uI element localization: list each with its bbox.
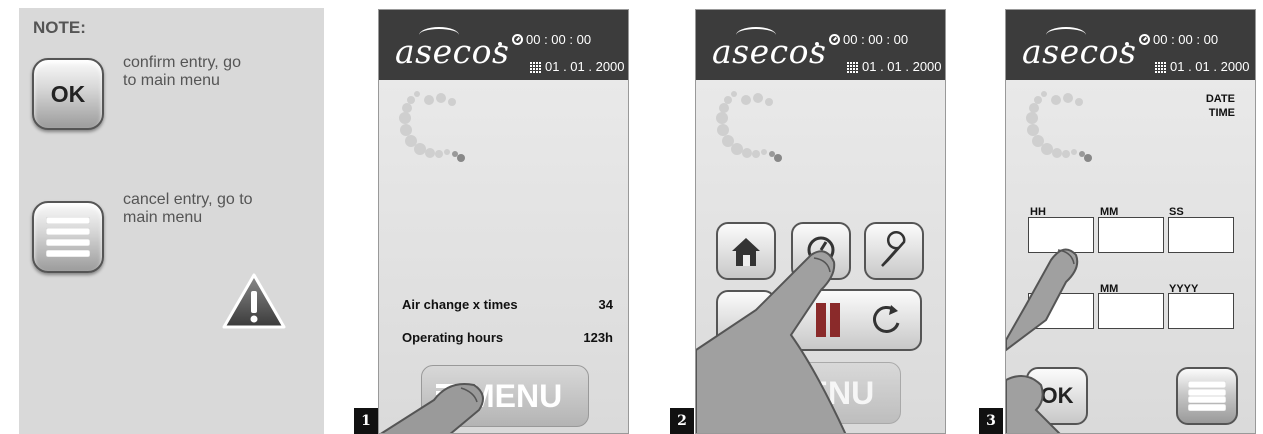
stats-button[interactable]: [716, 290, 776, 348]
minutes-field[interactable]: [1098, 217, 1164, 253]
calendar-icon: [529, 60, 542, 73]
time-display: 00 : 00 : 00: [512, 32, 591, 47]
step-badge: 2: [670, 408, 694, 434]
cancel-button[interactable]: [1176, 367, 1238, 425]
screen-header: asecos 00 : 00 : 00 01 . 01 . 2000: [379, 10, 628, 80]
cancel-key-illustration: [32, 201, 104, 273]
date-time-heading: DATE TIME: [1206, 92, 1235, 120]
home-button[interactable]: [716, 222, 776, 280]
menu-button[interactable]: MENU: [733, 362, 901, 424]
day-field[interactable]: [1028, 293, 1094, 329]
clock-icon: [512, 34, 523, 45]
screen-header: asecos 00 : 00 : 00 01 . 01 . 2000: [696, 10, 945, 80]
cancel-description: cancel entry, go to main menu: [123, 191, 253, 227]
note-title: NOTE:: [33, 18, 86, 37]
home-icon: [732, 238, 760, 266]
clock-icon: [829, 34, 840, 45]
time-display: 00 : 00 : 00: [829, 32, 908, 47]
status-ring-icon: [716, 91, 782, 162]
device-screen-datetime: asecos 00 : 00 : 00 01 . 01 . 2000 DATE …: [1005, 9, 1256, 434]
warning-icon: [222, 273, 286, 329]
menu-lines-icon: [748, 381, 770, 405]
menu-lines-icon: [46, 217, 90, 257]
ok-description-line: to main menu: [123, 72, 220, 89]
seconds-field[interactable]: [1168, 217, 1234, 253]
device-screen-main: asecos 00 : 00 : 00 01 . 01 . 2000 Air c…: [378, 9, 629, 434]
operating-hours-value: 123h: [583, 330, 613, 345]
hours-field[interactable]: [1028, 217, 1094, 253]
cancel-description-line: main menu: [123, 209, 203, 226]
menu-button-label: MENU: [780, 375, 875, 411]
calendar-icon: [846, 60, 859, 73]
air-change-value: 34: [598, 297, 613, 312]
cancel-description-line: cancel entry, go to: [123, 191, 253, 208]
ok-key-illustration: OK: [32, 58, 104, 130]
calendar-icon: [1154, 60, 1167, 73]
date-heading: DATE: [1205, 93, 1235, 105]
status-ring-icon: [1026, 91, 1092, 162]
time-value: 00 : 00 : 00: [1153, 32, 1219, 47]
time-value: 00 : 00 : 00: [526, 32, 592, 47]
date-display: 01 . 01 . 2000: [846, 59, 942, 74]
timer-button[interactable]: [791, 222, 851, 280]
date-value: 01 . 01 . 2000: [862, 59, 942, 74]
fan-refresh-button[interactable]: [788, 289, 922, 351]
clock-icon: [1139, 34, 1150, 45]
menu-lines-icon: [436, 384, 458, 408]
ok-key-label: OK: [50, 80, 86, 107]
ok-button-label: OK: [1040, 383, 1074, 408]
time-display: 00 : 00 : 00: [1139, 32, 1218, 47]
note-panel: NOTE: OK confirm entry, go to main menu …: [19, 8, 324, 434]
status-ring-icon: [399, 91, 465, 162]
date-value: 01 . 01 . 2000: [1170, 59, 1250, 74]
settings-button[interactable]: [864, 222, 924, 280]
screen-header: asecos 00 : 00 : 00 01 . 01 . 2000: [1006, 10, 1255, 80]
timer-icon: [807, 236, 835, 264]
time-heading: TIME: [1208, 107, 1235, 119]
menu-lines-icon: [1188, 381, 1226, 411]
menu-button-label: MENU: [468, 378, 563, 414]
menu-button[interactable]: MENU: [421, 365, 589, 427]
step-badge: 3: [979, 408, 1003, 434]
ok-description: confirm entry, go to main menu: [123, 54, 241, 90]
date-display: 01 . 01 . 2000: [529, 59, 625, 74]
step-badge: 1: [354, 408, 378, 434]
ok-description-line: confirm entry, go: [123, 54, 241, 71]
date-value: 01 . 01 . 2000: [545, 59, 625, 74]
operating-hours-label: Operating hours: [402, 330, 504, 345]
ok-button[interactable]: OK: [1026, 367, 1088, 425]
air-change-label: Air change x times: [402, 297, 518, 312]
year-field[interactable]: [1168, 293, 1234, 329]
time-value: 00 : 00 : 00: [843, 32, 909, 47]
wrench-icon: [881, 230, 906, 267]
date-display: 01 . 01 . 2000: [1154, 59, 1250, 74]
refresh-icon: [816, 303, 900, 337]
device-screen-menu: asecos 00 : 00 : 00 01 . 01 . 2000 MENU: [695, 9, 946, 434]
month-field[interactable]: [1098, 293, 1164, 329]
